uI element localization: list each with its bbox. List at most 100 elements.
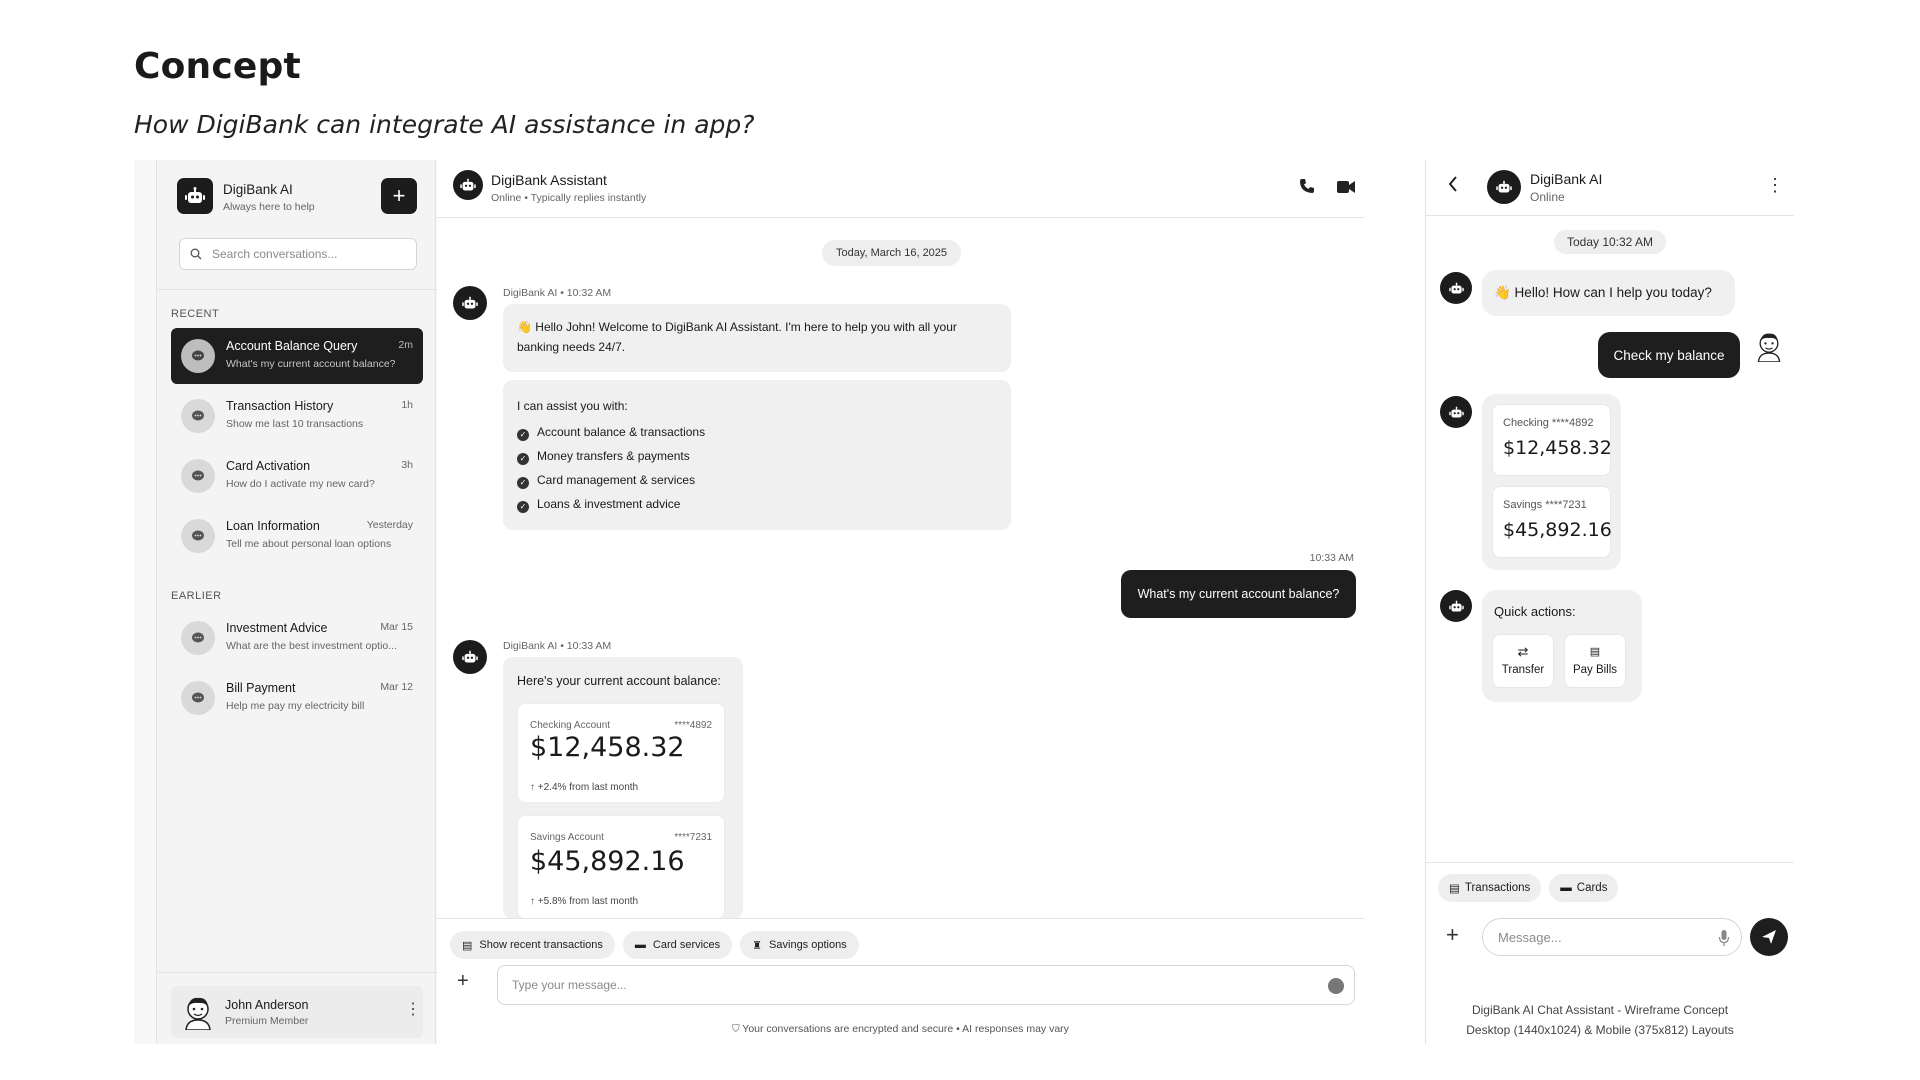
chat-bubble-icon (181, 339, 215, 373)
user-message: What's my current account balance? (1121, 570, 1356, 618)
chat-bubble-icon (181, 681, 215, 715)
security-note: Your conversations are encrypted and sec… (742, 1023, 1069, 1035)
conversation-item-bill-payment[interactable]: Bill Payment Mar 12 Help me pay my electr… (171, 670, 423, 726)
app-name: DigiBank AI (223, 182, 293, 197)
chat-bubble-icon (181, 519, 215, 553)
conversation-title: Account Balance Query (226, 339, 358, 353)
user-name: John Anderson (225, 998, 309, 1012)
transfer-button[interactable]: ⇄ Transfer (1492, 634, 1554, 688)
check-icon: ✓ (517, 477, 529, 489)
receipt-icon: ▤ (462, 939, 473, 952)
back-chevron-icon[interactable] (1448, 176, 1458, 195)
more-options-icon[interactable]: ⋮ (1766, 176, 1784, 194)
quick-replies: ▤ Show recent transactions ▬ Card services… (450, 931, 859, 959)
message-input[interactable] (498, 966, 1278, 1004)
checking-account-card[interactable]: Checking Account ****4892 $12,458.32 ↑ +… (517, 703, 725, 803)
mobile-message-input[interactable] (1483, 929, 1703, 945)
bot-avatar-icon (1487, 170, 1521, 204)
quick-reply-card-services[interactable]: ▬ Card services (622, 931, 733, 959)
search-icon (190, 248, 202, 260)
quick-reply-savings-options[interactable]: ♜ Savings options (740, 931, 859, 959)
assist-item: Account balance & transactions (537, 425, 706, 439)
send-icon (1762, 930, 1776, 944)
check-icon: ✓ (517, 501, 529, 513)
conversation-title: Investment Advice (226, 621, 328, 635)
assist-item: Loans & investment advice (537, 497, 681, 511)
more-options-icon[interactable]: ⋮ (405, 1002, 421, 1018)
mobile-checking-card[interactable]: Checking ****4892 $12,458.32 (1492, 404, 1612, 476)
conversation-item-card-activation[interactable]: Card Activation 3h How do I activate my n… (171, 448, 423, 504)
avatar (181, 994, 215, 1031)
chip-transactions[interactable]: ▤ Transactions (1438, 874, 1542, 902)
bot-message-balance: Here's your current account balance: Che… (503, 657, 743, 919)
bot-avatar-icon (1440, 396, 1472, 428)
shield-icon: ⛉ (732, 1024, 740, 1035)
chip-cards[interactable]: ▬ Cards (1549, 874, 1619, 902)
mobile-savings-card[interactable]: Savings ****7231 $45,892.16 (1492, 486, 1612, 558)
pay-bills-button[interactable]: ▤ Pay Bills (1564, 634, 1626, 688)
conversation-preview: Tell me about personal loan options (226, 538, 392, 550)
search-box (179, 238, 417, 270)
attach-plus-icon[interactable]: + (1446, 924, 1459, 946)
new-chat-button[interactable]: + (381, 178, 417, 214)
account-balance: $12,458.32 (530, 732, 685, 763)
credit-card-icon: ▬ (634, 939, 646, 951)
quick-reply-recent-transactions[interactable]: ▤ Show recent transactions (450, 931, 615, 959)
user-profile-card[interactable]: John Anderson Premium Member ⋮ (171, 986, 423, 1038)
composer-area: ▤ Show recent transactions ▬ Card services… (437, 918, 1364, 1044)
microphone-icon[interactable] (1719, 930, 1729, 946)
bot-logo-icon (177, 178, 213, 214)
assist-item: Money transfers & payments (537, 449, 690, 463)
search-input[interactable] (212, 247, 402, 261)
piggy-bank-icon: ♜ (752, 939, 763, 952)
conversation-item-loan-information[interactable]: Loan Information Yesterday Tell me about … (171, 508, 423, 564)
chat-title: DigiBank Assistant (491, 172, 607, 188)
account-number: ****7231 (674, 832, 712, 843)
account-balance: $45,892.16 (530, 846, 685, 877)
chat-status: Online • Typically replies instantly (491, 192, 647, 204)
savings-account-card[interactable]: Savings Account ****7231 $45,892.16 ↑ +5… (517, 815, 725, 919)
avatar (1754, 330, 1784, 363)
conversation-preview: What are the best investment optio... (226, 640, 398, 652)
page-subtitle: How DigiBank can integrate AI assistance… (134, 110, 755, 139)
bot-avatar-icon (453, 286, 487, 320)
document-icon: ▤ (1589, 646, 1601, 658)
caption: DigiBank AI Chat Assistant - Wireframe C… (1400, 1000, 1800, 1040)
bot-message-capabilities: I can assist you with: ✓ Account balance … (503, 380, 1011, 530)
account-balance: $45,892.16 (1503, 519, 1612, 541)
emoji-icon[interactable] (1328, 978, 1344, 994)
account-label: Checking ****4892 (1503, 417, 1594, 429)
attach-plus-icon[interactable]: + (457, 971, 469, 991)
conversation-preview: What's my current account balance? (226, 358, 396, 370)
conversation-preview: How do I activate my new card? (226, 478, 375, 490)
conversation-preview: Help me pay my electricity bill (226, 700, 365, 712)
chip-label: Cards (1576, 882, 1608, 894)
action-label: Transfer (1501, 664, 1545, 676)
mobile-date-divider: Today 10:32 AM (1553, 230, 1667, 254)
sidebar: DigiBank AI Always here to help + RECENT… (156, 160, 437, 1044)
conversation-time: Mar 15 (380, 621, 413, 633)
chip-label: Transactions (1464, 882, 1531, 894)
app-tagline: Always here to help (223, 201, 315, 213)
phone-icon[interactable] (1299, 178, 1315, 199)
chat-bubble-icon (181, 399, 215, 433)
mobile-layout: DigiBank AI Online ⋮ Today 10:32 AM 👋 He… (1425, 160, 1794, 1044)
account-change: ↑ +2.4% from last month (530, 782, 639, 793)
check-icon: ✓ (517, 429, 529, 441)
message-meta: DigiBank AI • 10:33 AM (503, 640, 612, 652)
conversation-title: Card Activation (226, 459, 311, 473)
divider (1426, 862, 1794, 863)
assist-intro: I can assist you with: (517, 399, 628, 413)
chat-bubble-icon (181, 459, 215, 493)
conversation-time: Mar 12 (380, 681, 413, 693)
mobile-chat-title: DigiBank AI (1530, 171, 1603, 187)
send-button[interactable] (1750, 918, 1788, 956)
message-meta: DigiBank AI • 10:32 AM (503, 287, 612, 299)
date-divider-row: Today, March 16, 2025 (437, 240, 1364, 266)
conversation-item-investment-advice[interactable]: Investment Advice Mar 15 What are the bes… (171, 610, 423, 666)
video-call-icon[interactable] (1337, 180, 1355, 198)
conversation-preview: Show me last 10 transactions (226, 418, 364, 430)
conversation-item-account-balance[interactable]: Account Balance Query 2m What's my curren… (171, 328, 423, 384)
caption-line-1: DigiBank AI Chat Assistant - Wireframe C… (1471, 1003, 1729, 1017)
conversation-item-transaction-history[interactable]: Transaction History 1h Show me last 10 tr… (171, 388, 423, 444)
